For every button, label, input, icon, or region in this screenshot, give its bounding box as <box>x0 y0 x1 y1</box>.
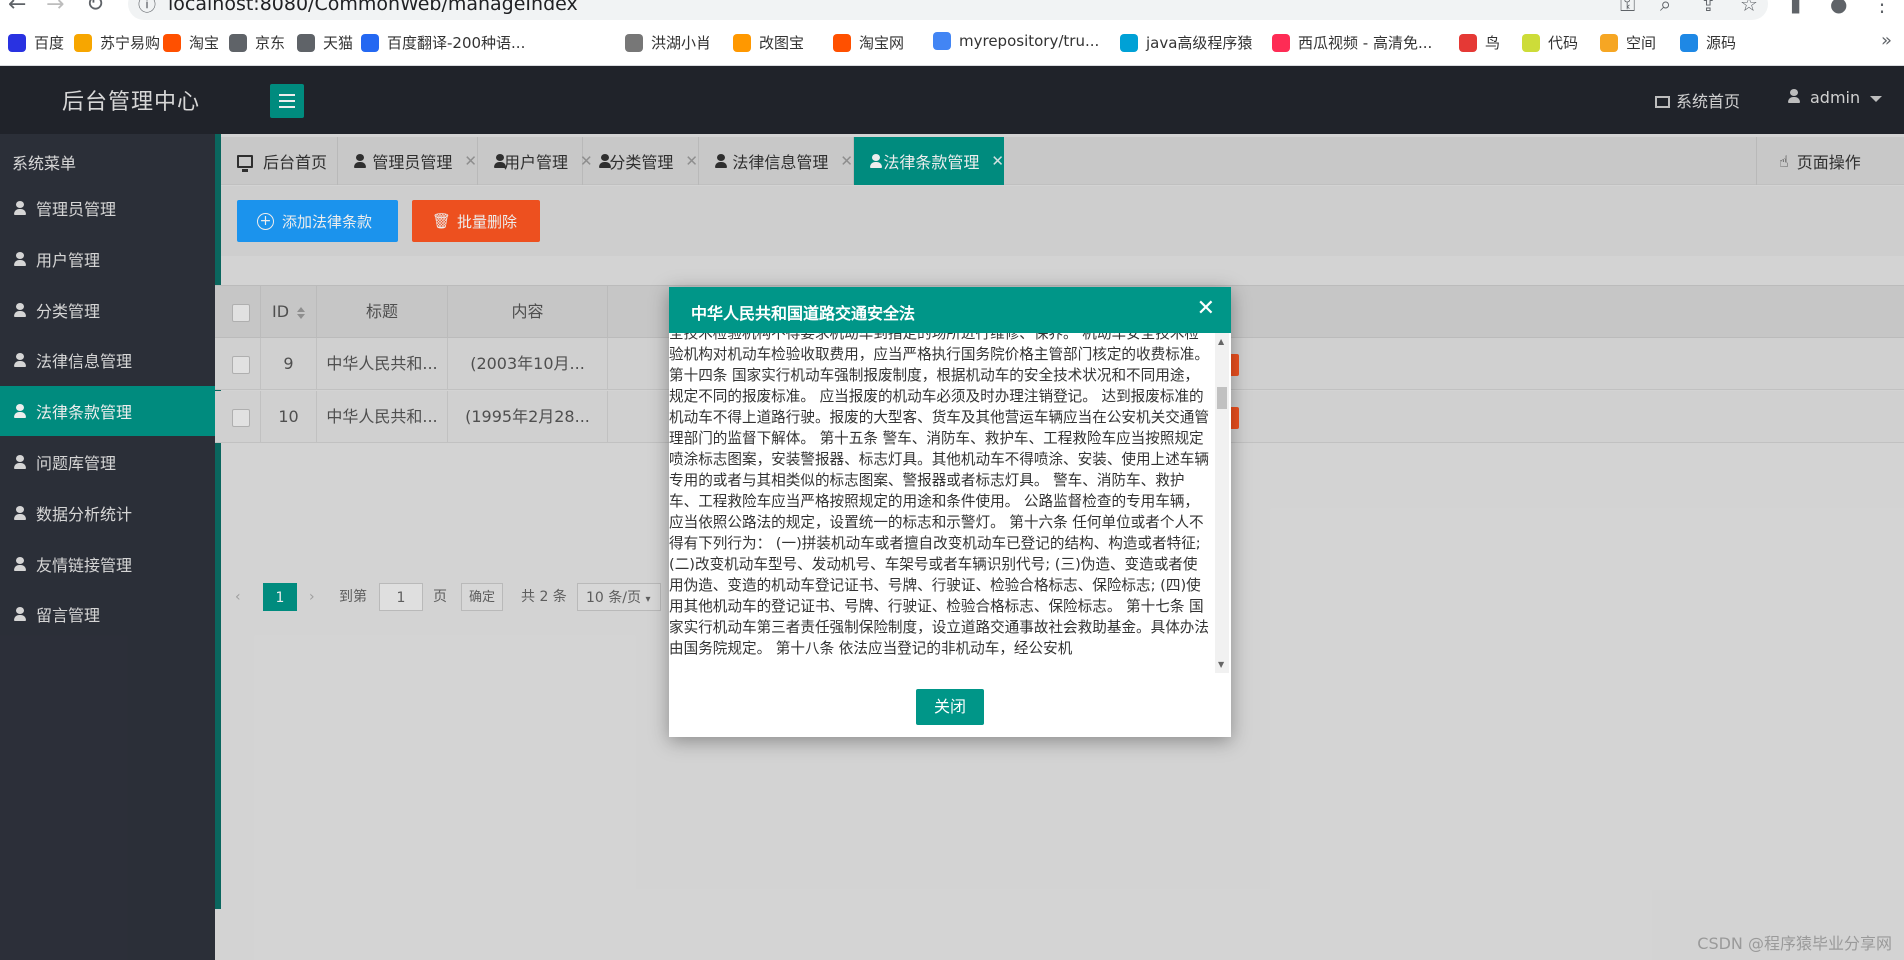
bookmark-label: 洪湖小肖 <box>651 34 712 52</box>
bookmark-label: 苏宁易购 <box>100 34 161 52</box>
bookmark-item[interactable]: 淘宝 <box>163 32 219 53</box>
bookmark-label: 百度翻译-200种语... <box>387 34 526 52</box>
bookmark-item[interactable]: 空间 <box>1600 32 1656 53</box>
bookmark-label: 天猫 <box>323 34 354 52</box>
dialog-scrollbar[interactable]: ▲ ▼ <box>1215 333 1229 673</box>
bookmark-item[interactable]: 百度 <box>8 32 64 53</box>
bookmark-item[interactable]: 京东 <box>229 32 285 53</box>
bookmark-item[interactable]: 改图宝 <box>733 32 804 53</box>
bookmark-label: 改图宝 <box>759 34 805 52</box>
bookmark-label: 淘宝网 <box>859 34 905 52</box>
bookmarks-overflow-icon[interactable]: » <box>1881 30 1892 51</box>
bookmark-item[interactable]: 源码 <box>1680 32 1736 53</box>
scroll-down-icon[interactable]: ▼ <box>1218 660 1224 669</box>
bookmark-item[interactable]: 淘宝网 <box>833 32 904 53</box>
url-text[interactable]: localhost:8080/CommonWeb/manageIndex <box>168 0 578 15</box>
share-icon[interactable]: ⇪ <box>1700 0 1717 16</box>
bookmarks-bar: 百度 苏宁易购 淘宝 京东 天猫 百度翻译-200种语... 洪湖小肖 改图宝 淘宝网 myrep… <box>0 30 1904 58</box>
bookmark-label: java高级程序猿 <box>1146 34 1253 52</box>
key-icon[interactable]: ⚿ <box>1620 0 1635 16</box>
bookmark-label: 空间 <box>1626 34 1657 52</box>
address-bar[interactable]: ⓘ localhost:8080/CommonWeb/manageIndex <box>128 0 1768 20</box>
law-content-text: 全技术检验机构不得要求机动车到指定的场所进行维修、保养。 机动车安全技术检验机构… <box>669 333 1209 657</box>
site-info-icon[interactable]: ⓘ <box>138 0 156 17</box>
bird-icon <box>1680 33 1698 52</box>
dialog-title-bar: 中华人民共和国道路交通安全法 ✕ <box>669 287 1231 333</box>
bookmark-item[interactable]: 代码 <box>1522 32 1578 53</box>
address-row: ← → ↻ ⓘ localhost:8080/CommonWeb/manageI… <box>0 0 1904 22</box>
zoom-icon[interactable]: ⌕ <box>1660 0 1671 16</box>
bookmark-label: 京东 <box>255 34 286 52</box>
reload-icon[interactable]: ↻ <box>86 0 104 17</box>
bookmark-item[interactable]: 鸟 <box>1459 32 1500 53</box>
bookmark-label: 西瓜视频 - 高清免... <box>1298 34 1433 52</box>
globe-icon <box>229 33 247 52</box>
xigua-icon <box>1272 33 1290 52</box>
bird-icon <box>1459 33 1477 52</box>
sidepanel-icon[interactable]: ▮ <box>1790 0 1801 16</box>
bookmark-label: 源码 <box>1706 34 1737 52</box>
browser-menu-icon[interactable]: ⋮ <box>1872 0 1892 16</box>
law-detail-dialog: 中华人民共和国道路交通安全法 ✕ 全技术检验机构不得要求机动车到指定的场所进行维… <box>669 287 1231 737</box>
forward-arrow-icon[interactable]: → <box>46 0 64 17</box>
globe-icon <box>297 33 315 52</box>
watermark: CSDN @程序猿毕业分享网 <box>1697 934 1892 953</box>
taobao-icon <box>833 33 851 52</box>
scroll-up-icon[interactable]: ▲ <box>1218 337 1224 346</box>
browser-toolbar: ← → ↻ ⓘ localhost:8080/CommonWeb/manageI… <box>0 0 1904 66</box>
bookmark-label: 鸟 <box>1485 34 1501 52</box>
baidu-icon <box>8 33 26 52</box>
qzone-icon <box>1600 33 1618 52</box>
bookmark-label: 代码 <box>1548 34 1579 52</box>
translate-icon <box>361 33 379 52</box>
bookmark-star-icon[interactable]: ☆ <box>1740 0 1758 16</box>
dialog-close-button[interactable]: 关闭 <box>916 689 984 725</box>
bookmark-item[interactable]: 苏宁易购 <box>74 32 160 53</box>
bookmark-item[interactable]: 洪湖小肖 <box>625 32 711 53</box>
image-icon <box>733 33 751 52</box>
dialog-title: 中华人民共和国道路交通安全法 <box>691 304 916 323</box>
bookmark-item[interactable]: myrepository/tru... <box>933 32 1099 50</box>
bookmark-item[interactable]: 天猫 <box>297 32 353 53</box>
bilibili-icon <box>1120 33 1138 52</box>
scroll-thumb[interactable] <box>1217 387 1227 409</box>
bookmark-label: 百度 <box>34 34 65 52</box>
suning-icon <box>74 33 92 52</box>
feather-icon <box>625 33 643 52</box>
bookmark-item[interactable]: 西瓜视频 - 高清免... <box>1272 32 1432 53</box>
back-arrow-icon[interactable]: ← <box>8 0 26 17</box>
bookmark-item[interactable]: java高级程序猿 <box>1120 32 1252 53</box>
chrome-icon <box>933 32 951 50</box>
bookmark-label: myrepository/tru... <box>959 32 1100 50</box>
dialog-body[interactable]: 全技术检验机构不得要求机动车到指定的场所进行维修、保养。 机动车安全技术检验机构… <box>669 333 1231 673</box>
taobao-icon <box>163 33 181 52</box>
bookmark-item[interactable]: 百度翻译-200种语... <box>361 32 525 53</box>
close-icon[interactable]: ✕ <box>1197 296 1215 321</box>
code-icon <box>1522 33 1540 52</box>
bookmark-label: 淘宝 <box>189 34 220 52</box>
profile-icon[interactable]: ● <box>1830 0 1847 16</box>
